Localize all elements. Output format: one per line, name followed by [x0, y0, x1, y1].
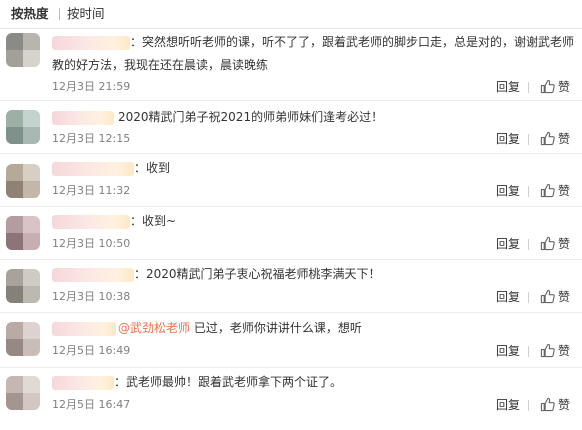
comment-text: 2020精武门弟子祝2021的师弟师妹们逢考必过！ [118, 110, 384, 124]
comment-item: ：收到 12月3日 11:32 回复 赞 [0, 154, 582, 206]
reply-button[interactable]: 回复 [496, 344, 520, 358]
comment-item: 2020精武门弟子祝2021的师弟师妹们逢考必过！ 12月3日 12:15 回复… [0, 101, 582, 153]
comment-time: 12月3日 10:50 [52, 237, 131, 250]
thumbs-up-icon [540, 343, 555, 358]
like-label: 赞 [558, 344, 571, 358]
comment-time: 12月3日 12:15 [52, 132, 131, 145]
username-link[interactable] [52, 162, 134, 176]
comment-text: ：2020精武门弟子衷心祝福老师桃李满天下！ [134, 267, 381, 281]
reply-button[interactable]: 回复 [496, 237, 520, 251]
comment-text: ：武老师最帅！跟着武老师拿下两个证了。 [114, 375, 343, 389]
like-button[interactable]: 赞 [540, 343, 582, 359]
comment-item: @武劲松老师 已过，老师你讲讲什么课，想听 12月5日 16:49 回复 赞 [0, 313, 582, 367]
thumbs-up-icon [540, 397, 555, 412]
username-link[interactable] [52, 268, 134, 282]
action-separator [528, 292, 529, 303]
username-link[interactable] [52, 36, 130, 50]
tab-time[interactable]: 按时间 [67, 6, 105, 22]
like-label: 赞 [558, 80, 571, 94]
like-button[interactable]: 赞 [540, 397, 582, 413]
comment-item: ：2020精武门弟子衷心祝福老师桃李满天下！ 12月3日 10:38 回复 赞 [0, 260, 582, 312]
like-button[interactable]: 赞 [540, 79, 582, 95]
reply-button[interactable]: 回复 [496, 132, 520, 146]
thumbs-up-icon [540, 79, 555, 94]
reply-button[interactable]: 回复 [496, 80, 520, 94]
avatar[interactable] [6, 164, 40, 198]
comment-time: 12月5日 16:47 [52, 398, 131, 411]
tab-separator [59, 8, 60, 20]
comment-text: ：收到 [134, 161, 171, 175]
comment-text-body: 已过，老师你讲讲什么课，想听 [190, 321, 362, 335]
like-label: 赞 [558, 184, 571, 198]
action-separator [528, 346, 529, 357]
avatar[interactable] [6, 376, 40, 410]
like-button[interactable]: 赞 [540, 131, 582, 147]
thumbs-up-icon [540, 131, 555, 146]
username-link[interactable] [52, 322, 116, 336]
avatar[interactable] [6, 269, 40, 303]
like-label: 赞 [558, 237, 571, 251]
like-button[interactable]: 赞 [540, 183, 582, 199]
avatar[interactable] [6, 110, 40, 144]
comment-time: 12月3日 11:32 [52, 184, 131, 197]
action-separator [528, 186, 529, 197]
like-label: 赞 [558, 398, 571, 412]
thumbs-up-icon [540, 183, 555, 198]
comment-text: ：收到~ [130, 214, 177, 228]
like-button[interactable]: 赞 [540, 289, 582, 305]
tab-hot[interactable]: 按热度 [11, 6, 49, 22]
comment-text-continued: 教的好方法，我现在还在晨读，晨读晚练 [52, 58, 269, 72]
like-label: 赞 [558, 132, 571, 146]
thumbs-up-icon [540, 289, 555, 304]
action-separator [528, 134, 529, 145]
action-separator [528, 239, 529, 250]
sort-tabs: 按热度 按时间 [0, 0, 582, 28]
like-button[interactable]: 赞 [540, 236, 582, 252]
comment-text: ：突然想听听老师的课，听不了了，跟着武老师的脚步口走，总是对的，谢谢武老师 [130, 35, 575, 49]
comment-time: 12月3日 21:59 [52, 80, 131, 93]
reply-button[interactable]: 回复 [496, 184, 520, 198]
comment-text: @武劲松老师 已过，老师你讲讲什么课，想听 [118, 319, 362, 338]
avatar[interactable] [6, 322, 40, 356]
comment-item: ：武老师最帅！跟着武老师拿下两个证了。 12月5日 16:47 回复 赞 [0, 368, 582, 430]
avatar[interactable] [6, 216, 40, 250]
username-link[interactable] [52, 111, 114, 125]
like-label: 赞 [558, 290, 571, 304]
reply-button[interactable]: 回复 [496, 290, 520, 304]
action-separator [528, 82, 529, 93]
mention-link[interactable]: @武劲松老师 [118, 321, 190, 335]
username-link[interactable] [52, 376, 114, 390]
comment-time: 12月3日 10:38 [52, 290, 131, 303]
thumbs-up-icon [540, 236, 555, 251]
username-link[interactable] [52, 215, 130, 229]
action-separator [528, 400, 529, 411]
reply-button[interactable]: 回复 [496, 398, 520, 412]
comment-time: 12月5日 16:49 [52, 344, 131, 357]
comment-item: ：突然想听听老师的课，听不了了，跟着武老师的脚步口走，总是对的，谢谢武老师 教的… [0, 29, 582, 100]
comment-item: ：收到~ 12月3日 10:50 回复 赞 [0, 207, 582, 259]
avatar[interactable] [6, 33, 40, 67]
